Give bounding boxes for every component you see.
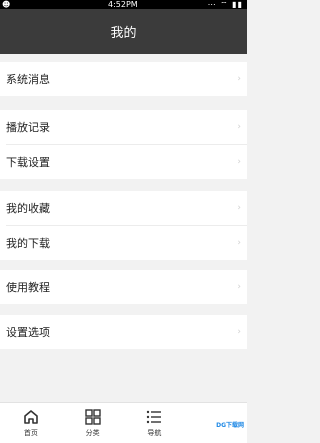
nav-label-category: 分类 bbox=[85, 429, 100, 437]
chevron-right-icon: › bbox=[237, 282, 241, 292]
chevron-right-icon: › bbox=[237, 122, 241, 132]
page-title: 我的 bbox=[110, 26, 137, 41]
menu-section-messages: 系统消息 › bbox=[0, 62, 247, 96]
menu-item-label: 播放记录 bbox=[6, 121, 50, 134]
menu-section-settings: 设置选项 › bbox=[0, 315, 247, 349]
menu-item-settings[interactable]: 设置选项 › bbox=[0, 315, 247, 349]
menu-item-system-messages[interactable]: 系统消息 › bbox=[0, 62, 247, 96]
menu-section-playback: 播放记录 › 下载设置 › bbox=[0, 110, 247, 179]
status-icons: ⋯ ⌔ ▮▮ bbox=[207, 0, 243, 9]
home-icon bbox=[24, 410, 38, 424]
menu-item-my-favorites[interactable]: 我的收藏 › bbox=[0, 191, 247, 225]
menu-item-label: 系统消息 bbox=[6, 73, 50, 86]
menu-item-download-settings[interactable]: 下载设置 › bbox=[0, 145, 247, 179]
menu-item-label: 我的收藏 bbox=[6, 202, 50, 215]
chevron-right-icon: › bbox=[237, 157, 241, 167]
status-bar: ☻ 4:52PM ⋯ ⌔ ▮▮ bbox=[0, 0, 247, 9]
status-time: 4:52PM bbox=[108, 0, 138, 9]
menu-section-tutorial: 使用教程 › bbox=[0, 270, 247, 304]
menu-item-label: 设置选项 bbox=[6, 326, 50, 339]
nav-label-home: 首页 bbox=[23, 429, 38, 437]
menu-item-tutorial[interactable]: 使用教程 › bbox=[0, 270, 247, 304]
app-screen: ☻ 4:52PM ⋯ ⌔ ▮▮ 我的 系统消息 › 播放记录 › 下载设置 › … bbox=[0, 0, 247, 443]
android-icon: ☻ bbox=[2, 0, 11, 9]
chevron-right-icon: › bbox=[237, 74, 241, 84]
nav-item-navigation[interactable]: 导航 bbox=[124, 403, 186, 443]
chevron-right-icon: › bbox=[237, 327, 241, 337]
grid-icon bbox=[84, 409, 101, 425]
page-header: 我的 bbox=[0, 9, 247, 54]
nav-item-category[interactable]: 分类 bbox=[62, 403, 124, 443]
menu-section-collection: 我的收藏 › 我的下载 › bbox=[0, 191, 247, 260]
chevron-right-icon: › bbox=[237, 203, 241, 213]
menu-item-my-downloads[interactable]: 我的下载 › bbox=[0, 226, 247, 260]
list-icon bbox=[147, 410, 162, 424]
nav-label-navigation: 导航 bbox=[147, 429, 162, 437]
menu-item-play-history[interactable]: 播放记录 › bbox=[0, 110, 247, 144]
menu-item-label: 我的下载 bbox=[6, 237, 50, 250]
menu-item-label: 下载设置 bbox=[6, 156, 50, 169]
nav-item-home[interactable]: 首页 bbox=[0, 403, 62, 443]
chevron-right-icon: › bbox=[237, 238, 241, 248]
menu-item-label: 使用教程 bbox=[6, 281, 50, 294]
bottom-nav: 首页 分类 导航 DG下载网 bbox=[0, 402, 247, 443]
watermark-text: DG下载网 bbox=[216, 422, 244, 429]
